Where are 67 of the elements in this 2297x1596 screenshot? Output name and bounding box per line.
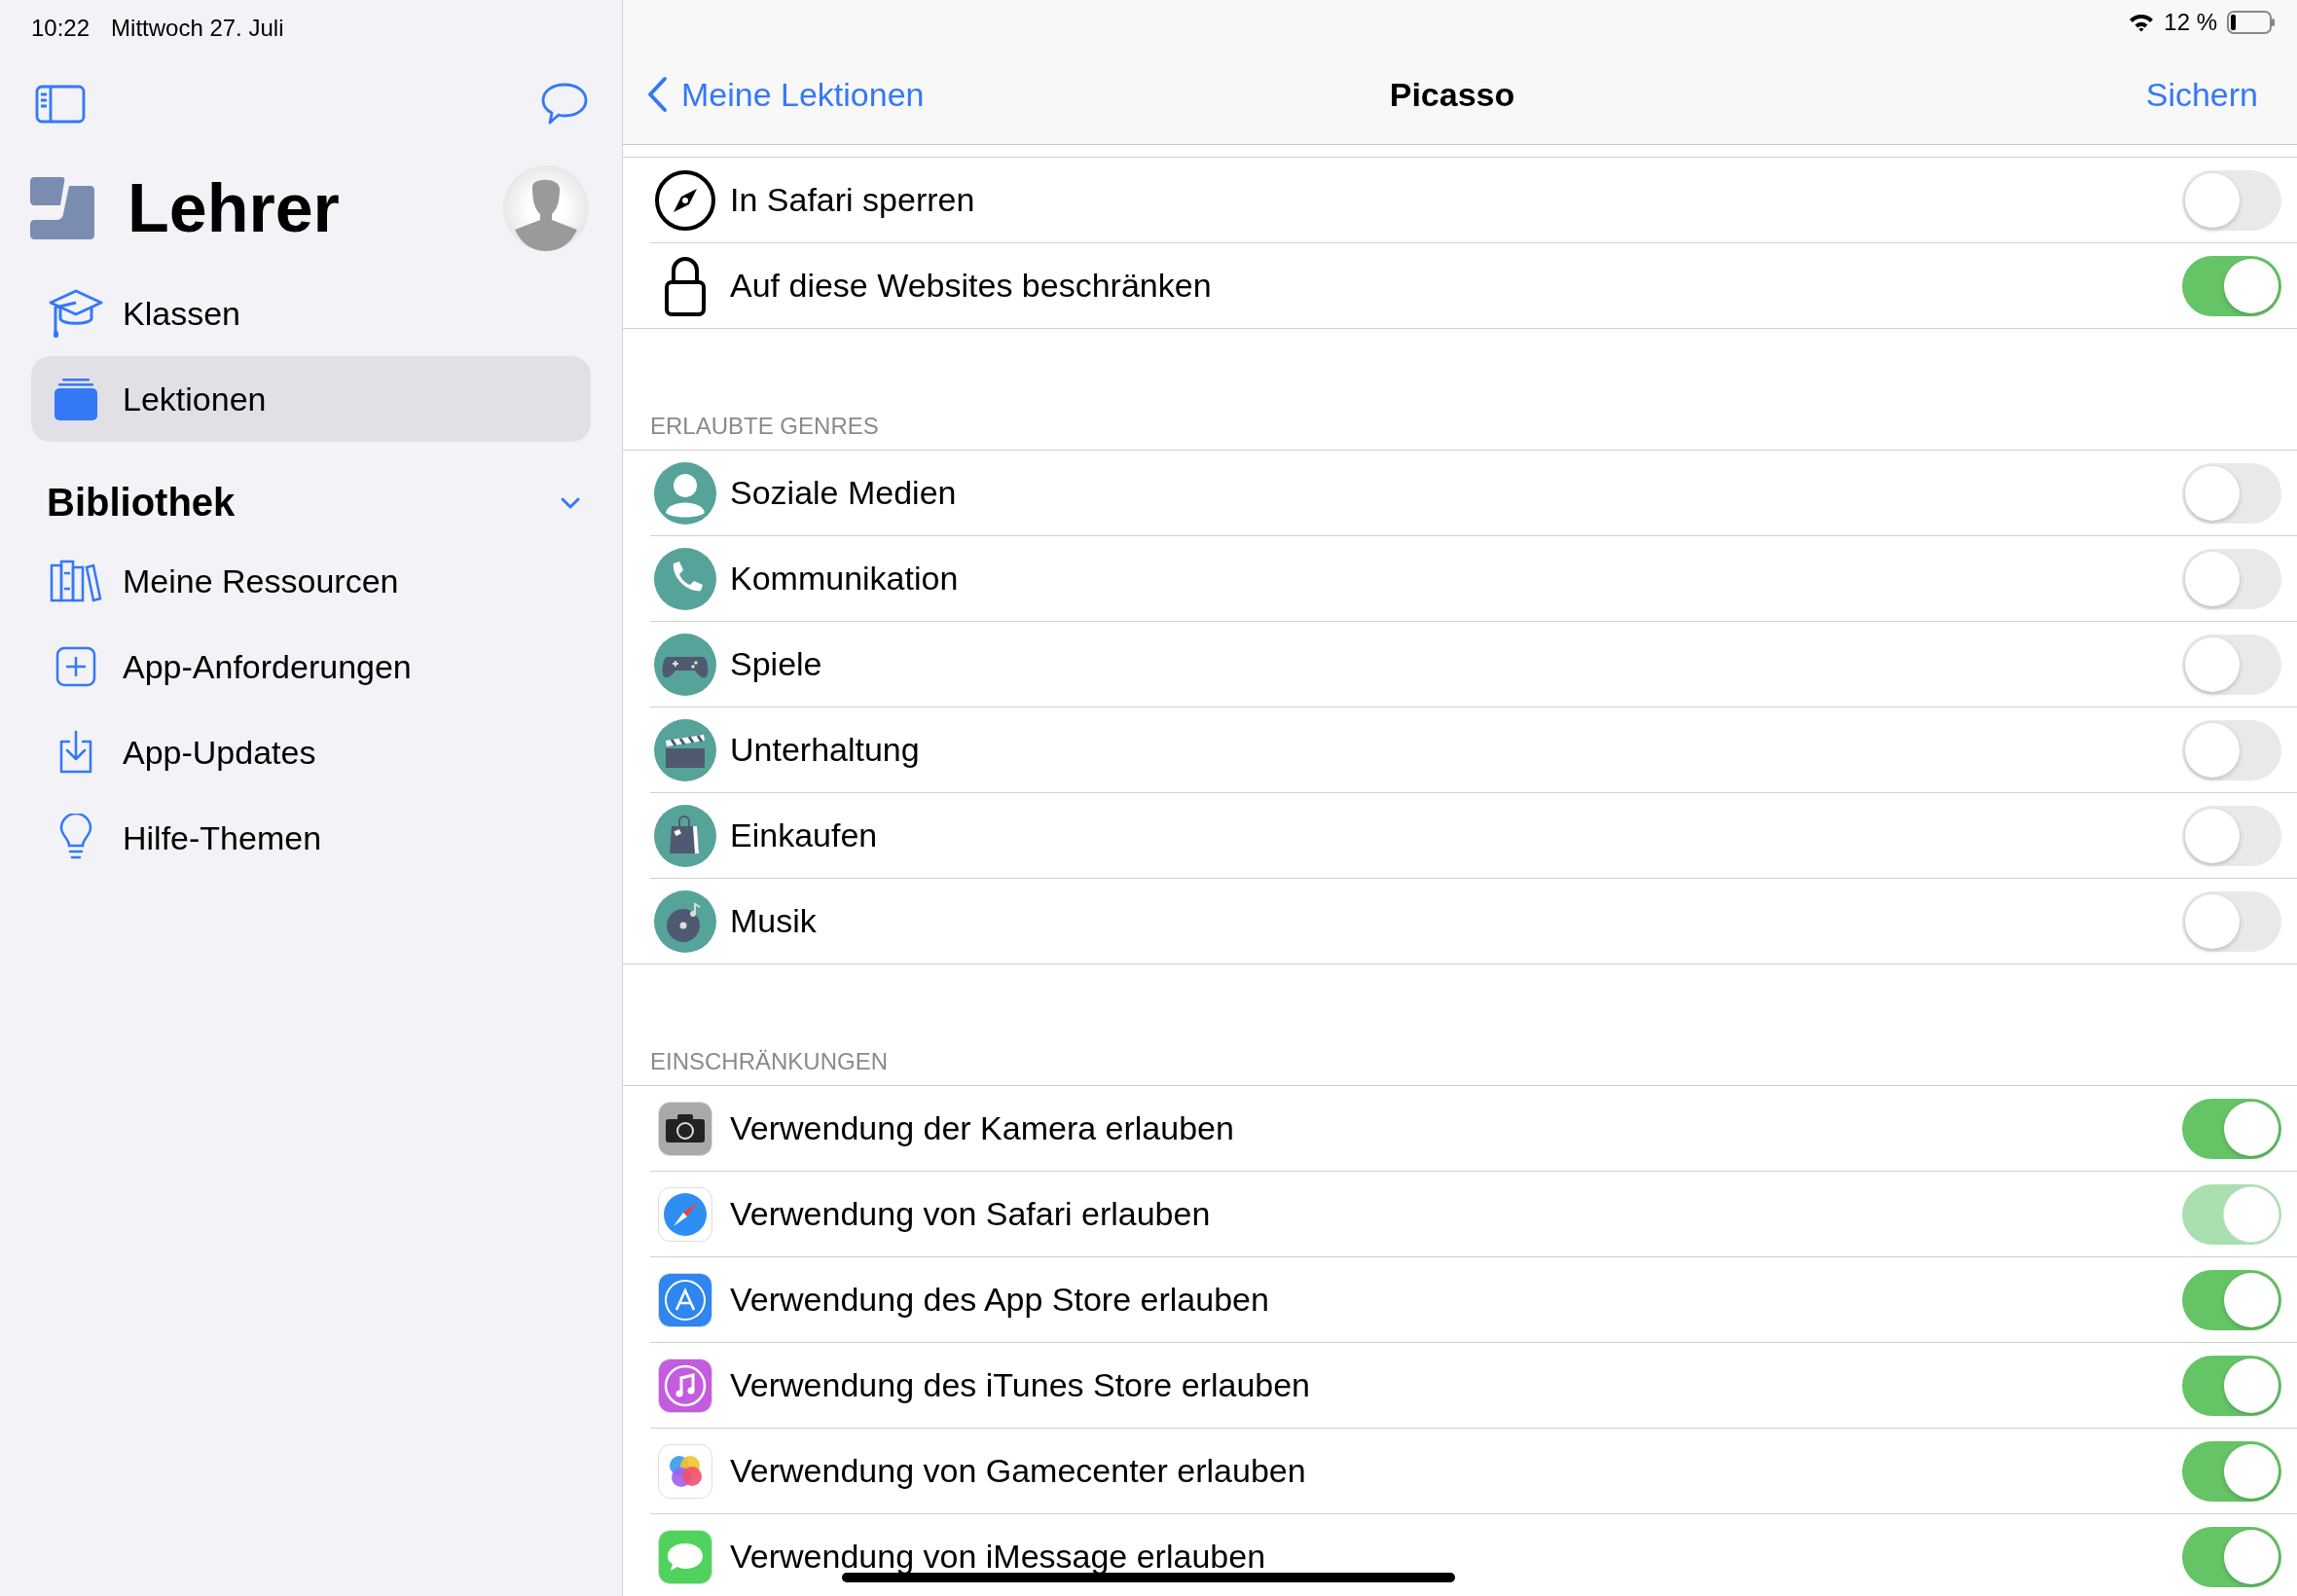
toggle-switch[interactable] — [2182, 805, 2281, 866]
sidebar-item[interactable]: App-Anforderungen — [31, 624, 591, 709]
music-note-icon — [658, 1358, 712, 1413]
toggle-switch[interactable] — [2182, 1098, 2281, 1159]
toggle-switch[interactable] — [2182, 1526, 2281, 1587]
gamepad-icon — [654, 633, 716, 696]
row-label: Unterhaltung — [730, 731, 920, 768]
date-text: Mittwoch 27. Juli — [111, 15, 284, 42]
wifi-icon — [2129, 13, 2155, 32]
bubbles-icon — [658, 1443, 712, 1499]
back-chevron-icon — [646, 76, 668, 113]
toggle-switch[interactable] — [2182, 634, 2281, 695]
save-button[interactable]: Sichern — [2145, 75, 2258, 114]
plus-square-icon — [55, 646, 96, 687]
row-label: Spiele — [730, 645, 822, 682]
battery-percentage: 12 % — [2164, 9, 2217, 36]
clapperboard-icon — [654, 718, 716, 781]
row-label: Verwendung der Kamera erlauben — [730, 1109, 1234, 1146]
section-header: EINSCHRÄNKUNGEN — [650, 1048, 889, 1074]
speech-bubble-icon — [658, 1529, 712, 1584]
row-label: Musik — [730, 902, 817, 939]
sidebar-item[interactable]: Klassen — [31, 271, 591, 356]
section-title: Bibliothek — [47, 481, 236, 525]
screen-title: Picasso — [1389, 75, 1515, 114]
section-header: ERLAUBTE GENRES — [650, 413, 879, 439]
toggle-switch[interactable] — [2182, 890, 2281, 952]
toggle-switch[interactable] — [2182, 719, 2281, 780]
record-icon — [654, 889, 716, 953]
row-label: Verwendung des iTunes Store erlauben — [730, 1366, 1311, 1403]
books-icon — [50, 560, 102, 602]
row-label: Verwendung des App Store erlauben — [730, 1281, 1269, 1318]
sidebar-item[interactable]: Lektionen — [31, 356, 591, 442]
row-label: Verwendung von Gamecenter erlauben — [730, 1452, 1306, 1489]
graduation-cap-icon — [48, 288, 104, 339]
toggle-switch[interactable] — [2182, 1269, 2281, 1330]
person-icon — [654, 461, 716, 525]
compass-icon — [654, 168, 716, 232]
shopping-bag-icon — [654, 804, 716, 867]
row-label: In Safari sperren — [730, 181, 975, 218]
row-label: Einkaufen — [730, 816, 878, 853]
sidebar-item[interactable]: App-Updates — [31, 709, 591, 795]
letter-a-icon — [658, 1272, 712, 1327]
toggle-switch[interactable] — [2182, 1440, 2281, 1502]
row-label: Kommunikation — [730, 560, 959, 597]
toggle-switch[interactable] — [2182, 169, 2281, 231]
back-button[interactable]: Meine Lektionen — [646, 75, 925, 114]
row-label: Soziale Medien — [730, 474, 957, 511]
compass-icon — [658, 1186, 712, 1242]
folder-stack-icon — [53, 377, 99, 421]
camera-icon — [658, 1101, 712, 1156]
phone-icon — [654, 547, 716, 610]
sidebar-item[interactable]: Hilfe-Themen — [31, 795, 591, 881]
clock-time: 10:22 — [31, 15, 91, 42]
speech-bubble-icon[interactable] — [540, 82, 589, 127]
toggle-switch[interactable] — [2182, 548, 2281, 609]
row-label: Auf diese Websites beschränken — [730, 267, 1212, 304]
app-title: Lehrer — [128, 169, 341, 247]
padlock-icon — [664, 254, 707, 317]
toggle-switch[interactable] — [2182, 1355, 2281, 1416]
row-label: Verwendung von Safari erlauben — [730, 1195, 1211, 1232]
sidebar-toggle-icon[interactable] — [35, 85, 86, 124]
logo-icon — [30, 177, 94, 239]
toggle-switch[interactable] — [2182, 462, 2281, 524]
toggle-switch[interactable] — [2182, 255, 2281, 316]
battery-icon — [2227, 11, 2276, 34]
sidebar-item[interactable]: Meine Ressourcen — [31, 538, 591, 624]
row-label: Verwendung von iMessage erlauben — [730, 1538, 1266, 1575]
